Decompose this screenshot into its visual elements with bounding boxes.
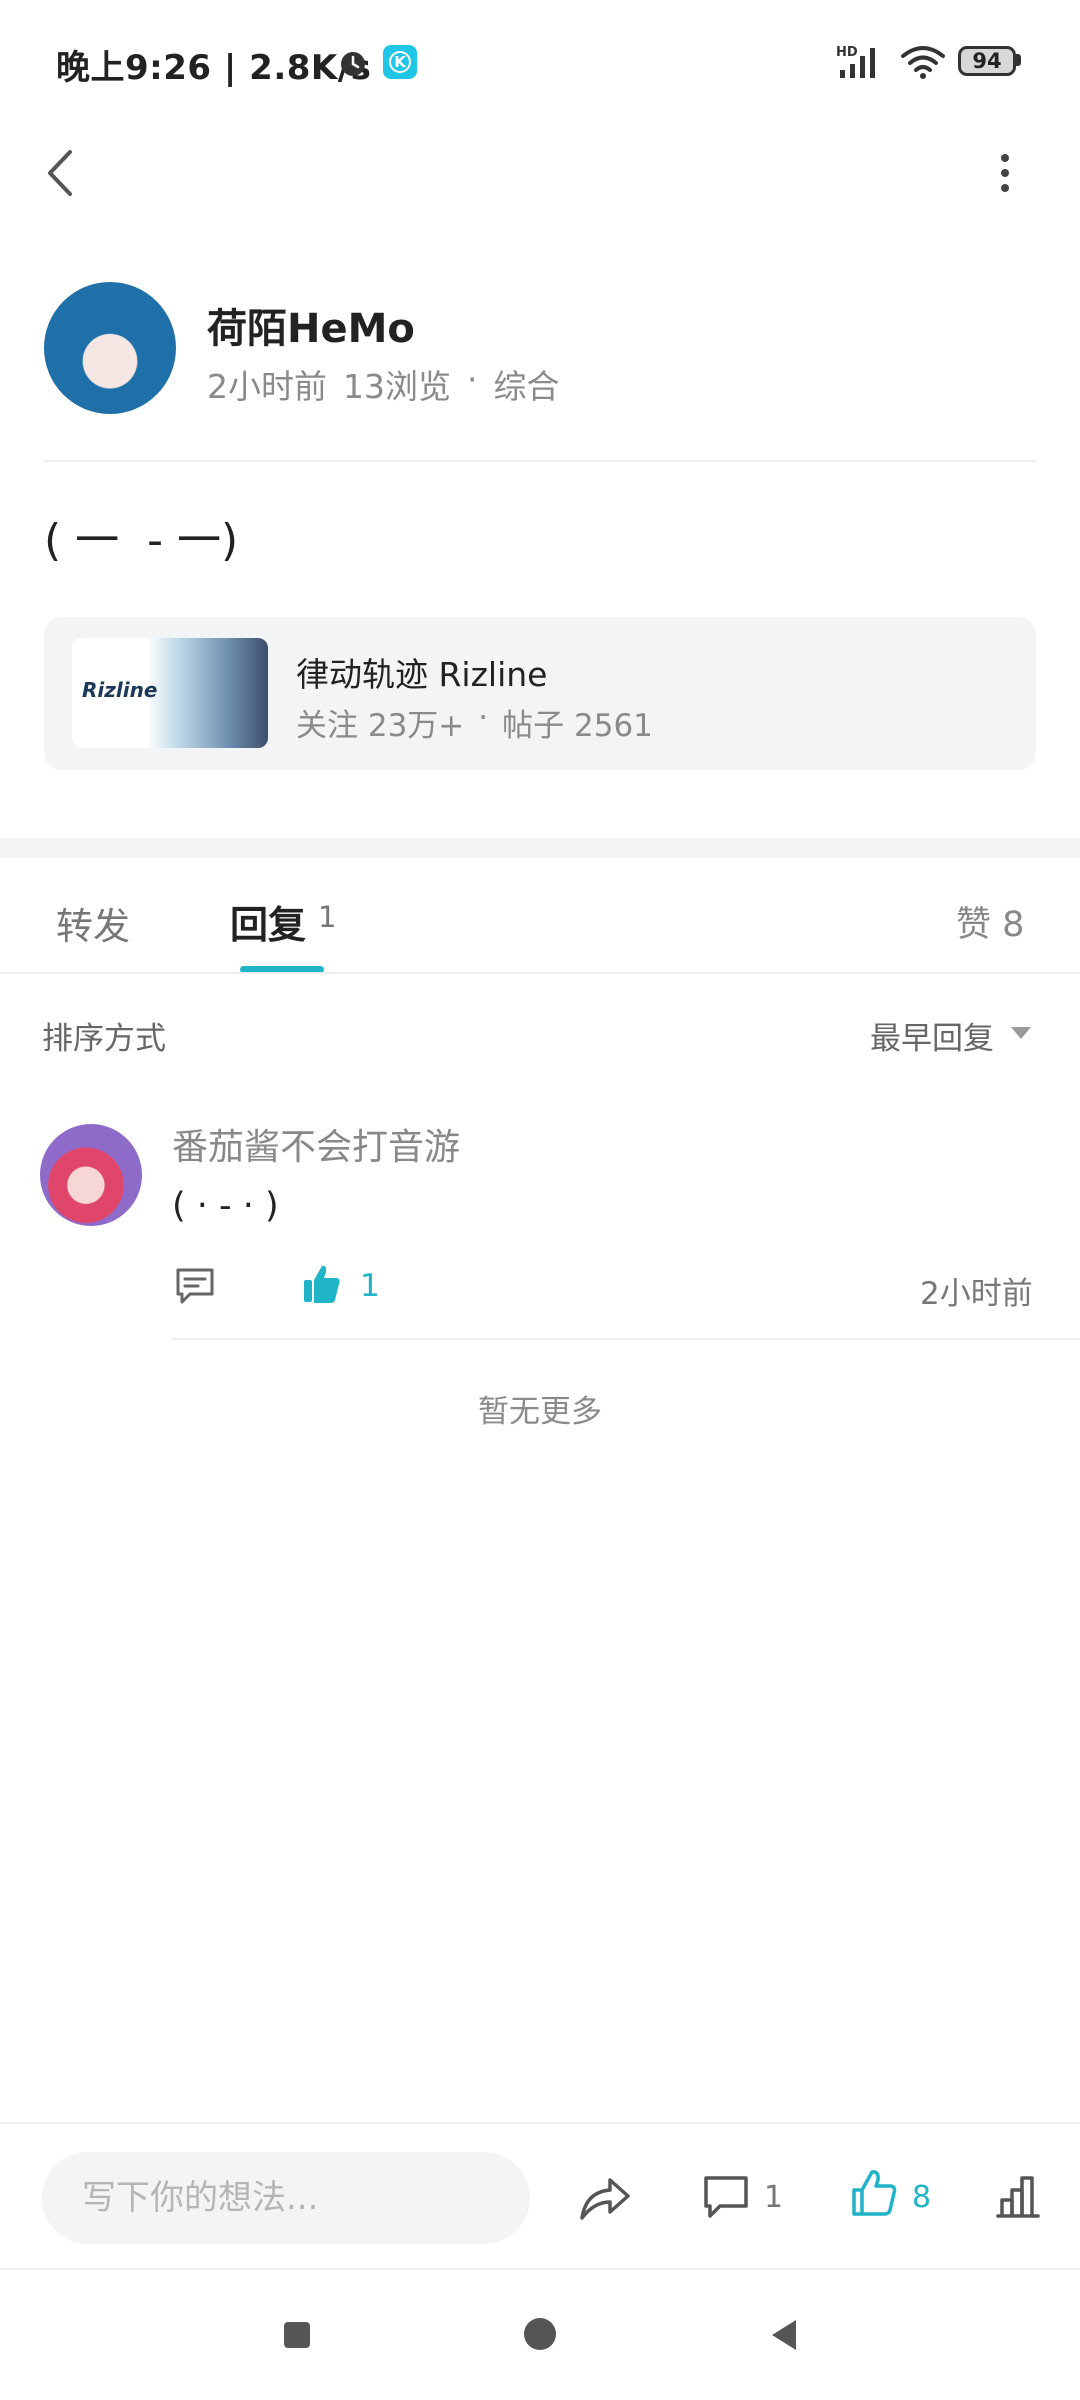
forum-logo: Rizline [82, 678, 158, 702]
post-category[interactable]: 综合 [494, 360, 560, 408]
author-name[interactable]: 荷陌HeMo [207, 296, 415, 354]
bar-chart-icon[interactable] [994, 2172, 1042, 2220]
comment-divider [172, 1338, 1080, 1340]
chevron-left-icon[interactable] [40, 148, 80, 198]
reply-icon[interactable] [174, 1266, 216, 1306]
post-content: ( 一 - 一) [44, 515, 239, 566]
tab-reply[interactable]: 回复 [230, 894, 306, 949]
recent-apps-button[interactable] [284, 2322, 310, 2348]
section-divider [0, 838, 1080, 858]
comment-text: ( · - · ) [172, 1186, 279, 1226]
sort-dropdown[interactable]: 最早回复 [870, 1013, 994, 1058]
alarm-clock-icon [341, 52, 365, 76]
post-meta: 2小时前 13浏览 · 综合 [207, 360, 560, 408]
more-options-icon[interactable] [990, 150, 1020, 196]
tab-like[interactable]: 赞 8 [956, 896, 1024, 947]
meta-separator: · [467, 360, 478, 399]
bottom-bar-divider [0, 2122, 1080, 2124]
tabs-divider [0, 972, 1080, 974]
system-back-icon[interactable] [770, 2318, 798, 2352]
bar-like-count: 8 [912, 2180, 932, 2215]
forum-posts: 帖子 2561 [502, 708, 653, 744]
comment-avatar[interactable] [40, 1124, 142, 1226]
post-time: 2小时前 [207, 367, 327, 406]
comment-icon[interactable] [702, 2174, 750, 2220]
no-more-text: 暂无更多 [478, 1394, 602, 1430]
forum-stats-separator: · [478, 700, 489, 736]
status-time: 晚上9:26 | 2.8K/s [56, 48, 372, 88]
forum-name: 律动轨迹 Rizline [296, 655, 548, 694]
wifi-icon [901, 46, 945, 79]
battery-indicator: 94 [958, 46, 1016, 76]
bar-comment-count: 1 [764, 2180, 784, 2215]
forum-stats: 关注 23万+ · 帖子 2561 [296, 700, 653, 745]
tab-reply-count: 1 [318, 900, 337, 934]
home-button[interactable] [524, 2318, 556, 2350]
app-notification-icon: K [383, 45, 417, 79]
signal-icon: HD [836, 45, 875, 78]
share-icon[interactable] [578, 2174, 632, 2222]
caret-down-icon[interactable] [1010, 1026, 1032, 1040]
svg-text:HD: HD [836, 45, 858, 60]
forum-followers: 关注 23万+ [296, 708, 465, 744]
nav-divider [0, 2268, 1080, 2270]
comment-username[interactable]: 番茄酱不会打音游 [172, 1118, 460, 1170]
thumbs-up-outline-icon[interactable] [850, 2168, 898, 2218]
forum-thumbnail: Rizline [72, 638, 268, 748]
thumbs-up-icon[interactable] [302, 1262, 342, 1306]
comment-time: 2小时前 [920, 1276, 1033, 1312]
tab-forward[interactable]: 转发 [56, 896, 130, 950]
author-avatar[interactable] [44, 282, 176, 414]
battery-nub [1016, 54, 1021, 66]
divider [44, 460, 1036, 462]
post-views: 13浏览 [343, 367, 451, 406]
comment-like-count: 1 [360, 1268, 380, 1304]
comment-input[interactable] [42, 2152, 530, 2244]
sort-label: 排序方式 [42, 1021, 166, 1057]
